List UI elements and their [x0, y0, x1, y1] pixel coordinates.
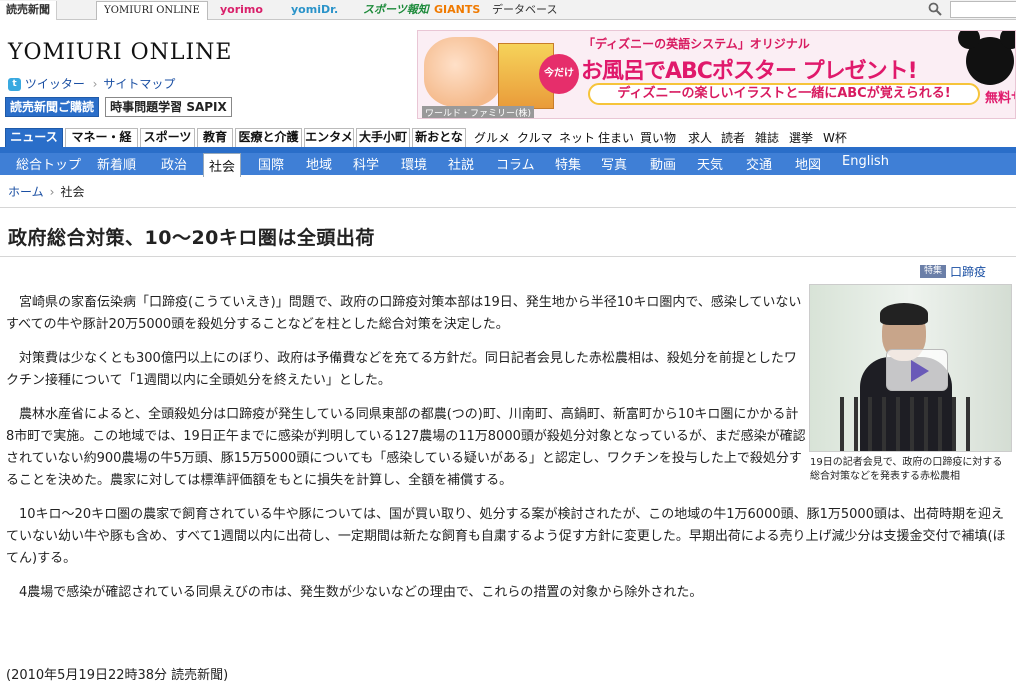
nav-english[interactable]: English: [842, 154, 889, 169]
nav-weather[interactable]: 天気: [697, 154, 723, 173]
link-elections[interactable]: 選挙: [789, 129, 813, 146]
nav-editorial[interactable]: 社説: [448, 154, 474, 173]
tab-yomiuri-shimbun[interactable]: 読売新聞: [0, 1, 57, 20]
divider: [0, 256, 1016, 257]
link-jobs[interactable]: 求人: [688, 129, 712, 146]
nav-regional[interactable]: 地域: [306, 154, 332, 173]
section-nav: 総合トップ 新着順 政治 社会 国際 地域 科学 環境 社説 コラム 特集 写真…: [0, 147, 1016, 177]
nav-international[interactable]: 国際: [258, 154, 284, 173]
search-icon[interactable]: [928, 2, 942, 16]
tab-otekomachi[interactable]: 大手小町: [356, 128, 410, 147]
tab-giants[interactable]: GIANTS: [428, 1, 486, 20]
tab-database[interactable]: データベース: [486, 1, 563, 20]
link-net[interactable]: ネット: [559, 129, 595, 146]
tab-money-economy[interactable]: マネー・経済: [65, 128, 138, 161]
breadcrumb: ホーム › 社会: [8, 183, 84, 200]
sitemap-link[interactable]: サイトマップ: [103, 77, 175, 91]
category-tabs: ニュース マネー・経済 スポーツ 教育 医療と介護 エンタメ 大手小町 新おとな…: [0, 128, 1016, 161]
tab-news[interactable]: ニュース: [5, 128, 63, 147]
article-paragraph: 10キロ～20キロ圏の農家で飼育されている牛や豚については、国が買い取り、処分す…: [6, 507, 1006, 566]
photo-caption: 19日の記者会見で、政府の口蹄疫に対する総合対策などを発表する赤松農相: [810, 457, 1003, 482]
twitter-link[interactable]: ツイッター: [25, 77, 85, 91]
special-tag: 特集 口蹄疫: [920, 263, 986, 280]
nav-latest[interactable]: 新着順: [97, 154, 136, 173]
banner-subtext: ディズニーの楽しいイラストと一緒にABCが覚えられる!: [588, 83, 980, 105]
tab-education[interactable]: 教育: [197, 128, 233, 147]
nav-special[interactable]: 特集: [555, 154, 581, 173]
article-paragraph: 4農場で感染が確認されている同県えびの市は、発生数が少ないなどの理由で、これらの…: [19, 585, 703, 600]
link-gourmet[interactable]: グルメ: [474, 129, 510, 146]
tab-shin-otona[interactable]: 新おとな: [412, 128, 466, 147]
special-badge: 特集: [920, 265, 947, 278]
link-car[interactable]: クルマ: [517, 129, 553, 146]
mickey-icon: [958, 31, 1015, 85]
figure-hair: [880, 303, 928, 325]
article-photo[interactable]: [809, 284, 1012, 452]
search-input[interactable]: [950, 1, 1016, 18]
article-paragraph: 対策費は少なくとも300億円以上にのぼり、政府は予備費などを充てる方針だ。同日記…: [6, 351, 797, 388]
banner-credit: ワールド・ファミリー(株): [422, 106, 535, 118]
banner-headline: お風呂でABCポスター プレゼント!: [581, 59, 918, 84]
tab-sports-hochi[interactable]: スポーツ報知: [357, 1, 435, 20]
article-dateline: (2010年5月19日22時38分 読売新聞): [6, 668, 229, 683]
tab-yomiuri-online[interactable]: YOMIURI ONLINE: [96, 1, 208, 20]
microphones-image: [840, 397, 980, 451]
article-paragraph: 農林水産省によると、全頭殺処分は口蹄疫が発生している同県東部の都農(つの)町、川…: [6, 407, 806, 488]
link-housing[interactable]: 住まい: [598, 129, 634, 146]
sapix-button[interactable]: 時事問題学習 SAPIX: [105, 97, 232, 117]
chevron-right-icon: ›: [49, 185, 55, 199]
twitter-icon[interactable]: t: [8, 78, 21, 91]
link-shopping[interactable]: 買い物: [640, 129, 676, 146]
breadcrumb-home[interactable]: ホーム: [8, 185, 44, 199]
link-magazines[interactable]: 雑誌: [755, 129, 779, 146]
play-video-icon[interactable]: [886, 349, 948, 391]
tab-medical-care[interactable]: 医療と介護: [235, 128, 302, 147]
nav-environment[interactable]: 環境: [401, 154, 427, 173]
nav-politics[interactable]: 政治: [161, 154, 187, 173]
header-buttons: 読売新聞ご購読 時事問題学習 SAPIX: [5, 97, 234, 117]
nav-photo[interactable]: 写真: [601, 154, 627, 173]
link-separator: ›: [92, 77, 98, 91]
banner-free-text: 無料サン: [985, 91, 1015, 106]
article-title: 政府総合対策、10～20キロ圏は全頭出荷: [8, 227, 375, 249]
article-paragraph: 宮崎県の家畜伝染病「口蹄疫(こうていえき)」問題で、政府の口蹄疫対策本部は19日…: [6, 295, 802, 332]
banner-ad[interactable]: 「ディズニーの英語システム」オリジナル 今だけ お風呂でABCポスター プレゼン…: [417, 30, 1016, 119]
nav-column[interactable]: コラム: [496, 154, 535, 173]
baby-image: [424, 37, 502, 107]
subscribe-button[interactable]: 読売新聞ご購読: [5, 97, 100, 117]
nav-science[interactable]: 科学: [353, 154, 379, 173]
divider: [0, 207, 1016, 208]
header-links: t ツイッター › サイトマップ: [8, 75, 179, 92]
banner-tagline: 「ディズニーの英語システム」オリジナル: [583, 37, 810, 51]
link-world-cup[interactable]: W杯: [823, 129, 847, 146]
nav-video[interactable]: 動画: [650, 154, 676, 173]
nav-society[interactable]: 社会: [203, 153, 242, 177]
tab-yomidr[interactable]: yomiDr.: [285, 1, 344, 20]
tab-entame[interactable]: エンタメ: [304, 128, 354, 147]
nav-traffic[interactable]: 交通: [746, 154, 772, 173]
nav-top[interactable]: 総合トップ: [16, 154, 81, 173]
site-logo[interactable]: YOMIURI ONLINE: [8, 40, 232, 65]
banner-badge: 今だけ: [539, 54, 579, 94]
site-tab-bar: 読売新聞 YOMIURI ONLINE yorimo yomiDr. スポーツ報…: [0, 0, 1016, 20]
article-body: 宮崎県の家畜伝染病「口蹄疫(こうていえき)」問題で、政府の口蹄疫対策本部は19日…: [6, 292, 1006, 616]
tab-sports[interactable]: スポーツ: [140, 128, 195, 147]
special-link[interactable]: 口蹄疫: [950, 265, 986, 279]
breadcrumb-current[interactable]: 社会: [60, 185, 84, 199]
nav-map[interactable]: 地図: [795, 154, 821, 173]
tab-yorimo[interactable]: yorimo: [214, 1, 269, 20]
link-readers[interactable]: 読者: [721, 129, 745, 146]
